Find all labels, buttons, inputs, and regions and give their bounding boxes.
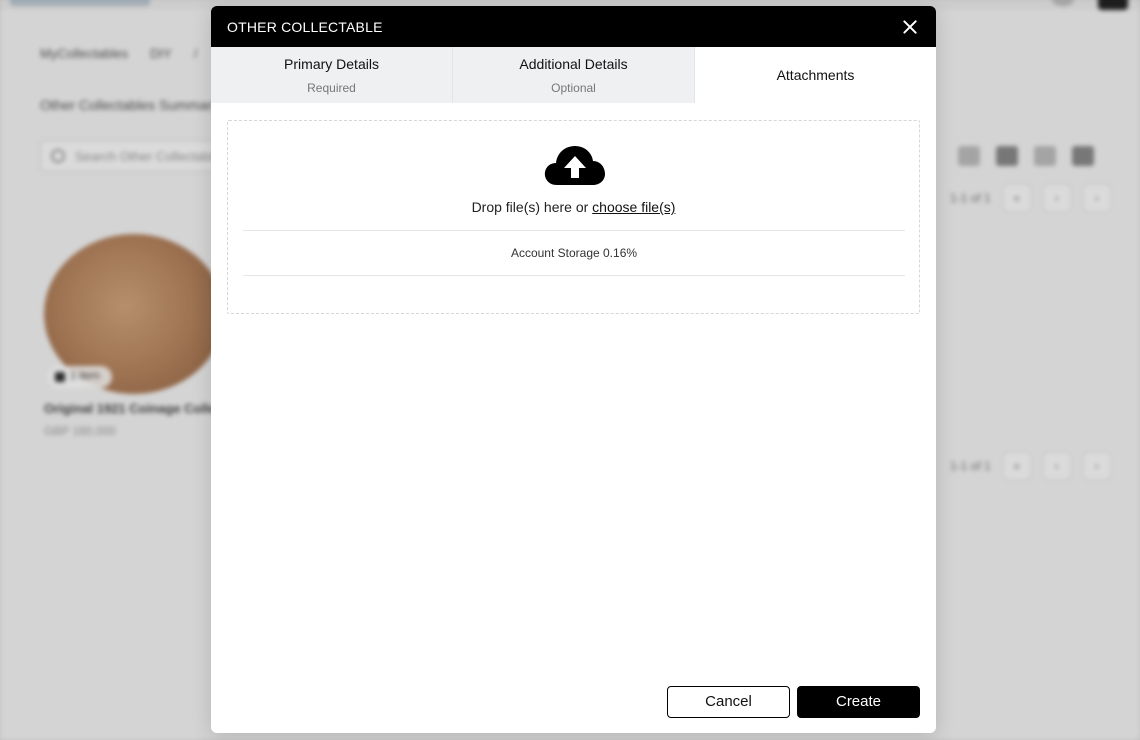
tab-primary-details[interactable]: Primary Details Required [211,47,453,103]
tab-label: Attachments [776,67,855,83]
tab-label: Primary Details [284,55,379,72]
tab-sublabel: Optional [551,80,596,95]
file-dropzone[interactable]: Drop file(s) here or choose file(s) Acco… [227,120,920,314]
modal-header: OTHER COLLECTABLE [211,6,936,47]
close-icon[interactable] [900,17,920,37]
account-storage: Account Storage 0.16% [243,230,905,276]
other-collectable-modal: OTHER COLLECTABLE Primary Details Requir… [211,6,936,733]
cancel-button[interactable]: Cancel [667,686,790,718]
cloud-upload-icon [544,146,605,185]
drop-instructions: Drop file(s) here or choose file(s) [228,199,919,215]
tab-attachments[interactable]: Attachments [695,47,936,103]
tab-label: Additional Details [519,55,628,72]
choose-files-link[interactable]: choose file(s) [592,199,675,215]
modal-tabs: Primary Details Required Additional Deta… [211,47,936,103]
tab-additional-details[interactable]: Additional Details Optional [453,47,695,103]
create-button[interactable]: Create [797,686,920,718]
modal-title: OTHER COLLECTABLE [227,18,383,35]
drop-text: Drop file(s) here or [471,199,593,215]
tab-sublabel: Required [307,80,356,95]
